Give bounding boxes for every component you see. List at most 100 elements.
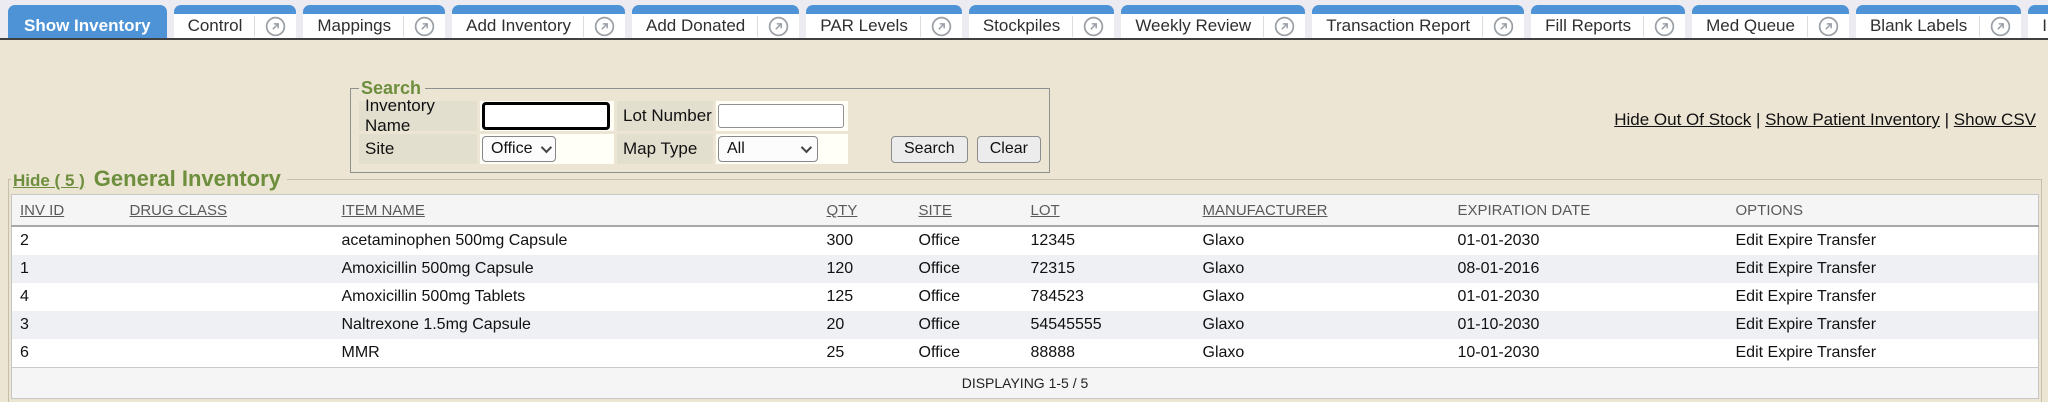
col-header-item-name[interactable]: ITEM NAME [334, 195, 819, 227]
transfer-action[interactable]: Transfer [1817, 316, 1876, 333]
cell-expiration-date: 10-01-2030 [1450, 339, 1728, 368]
map-type-select[interactable]: All [718, 136, 818, 162]
cell-inv-id: 2 [12, 226, 122, 255]
map-type-label: Map Type [617, 134, 713, 164]
tab-label: Fill Reports [1545, 16, 1631, 36]
tab-label: Stockpiles [983, 16, 1060, 36]
tab-show-inventory[interactable]: Show Inventory [8, 5, 167, 38]
col-header-manufacturer[interactable]: MANUFACTURER [1195, 195, 1450, 227]
cell-inv-id: 1 [12, 255, 122, 283]
open-in-new-icon[interactable] [1979, 16, 2011, 37]
open-in-new-icon[interactable] [254, 16, 286, 37]
edit-action[interactable]: Edit [1736, 260, 1764, 277]
tab-add-inventory[interactable]: Add Inventory [452, 5, 625, 38]
open-in-new-icon[interactable] [920, 16, 952, 37]
col-header-drug-class[interactable]: DRUG CLASS [122, 195, 334, 227]
show-csv-link[interactable]: Show CSV [1954, 110, 2036, 129]
expire-action[interactable]: Expire [1768, 232, 1813, 249]
open-in-new-icon[interactable] [757, 16, 789, 37]
show-patient-inventory-link[interactable]: Show Patient Inventory [1765, 110, 1940, 129]
tab-par-levels[interactable]: PAR Levels [806, 5, 962, 38]
edit-action[interactable]: Edit [1736, 316, 1764, 333]
col-header-lot[interactable]: LOT [1023, 195, 1195, 227]
transfer-action[interactable]: Transfer [1817, 344, 1876, 361]
site-select[interactable]: Office [482, 136, 556, 162]
tab-label: PAR Levels [820, 16, 908, 36]
open-in-new-icon[interactable] [1072, 16, 1104, 37]
transfer-action[interactable]: Transfer [1817, 288, 1876, 305]
inventory-panel: Hide ( 5 ) General Inventory INV IDDRUG … [8, 166, 2042, 402]
clear-button[interactable]: Clear [977, 136, 1041, 163]
cell-manufacturer: Glaxo [1195, 311, 1450, 339]
transfer-action[interactable]: Transfer [1817, 260, 1876, 277]
tab-label: Control [188, 16, 243, 36]
tab-med-queue[interactable]: Med Queue [1692, 5, 1849, 38]
cell-qty: 25 [819, 339, 911, 368]
tab-fill-reports[interactable]: Fill Reports [1531, 5, 1685, 38]
cell-qty: 125 [819, 283, 911, 311]
col-header-inv-id[interactable]: INV ID [12, 195, 122, 227]
edit-action[interactable]: Edit [1736, 232, 1764, 249]
expire-action[interactable]: Expire [1768, 288, 1813, 305]
open-in-new-icon[interactable] [583, 16, 615, 37]
inventory-row: 3Naltrexone 1.5mg Capsule20Office5454555… [12, 311, 2039, 339]
cell-qty: 20 [819, 311, 911, 339]
col-header-label: OPTIONS [1736, 202, 1804, 219]
cell-inv-id: 6 [12, 339, 122, 368]
edit-action[interactable]: Edit [1736, 344, 1764, 361]
tab-weekly-review[interactable]: Weekly Review [1121, 5, 1305, 38]
tab-stockpiles[interactable]: Stockpiles [969, 5, 1114, 38]
tab-add-donated[interactable]: Add Donated [632, 5, 799, 38]
hide-out-of-stock-link[interactable]: Hide Out Of Stock [1614, 110, 1751, 129]
expire-action[interactable]: Expire [1768, 260, 1813, 277]
inventory-app: Show Inventory Control Mappings Add Invento… [0, 0, 2048, 402]
lot-number-cell [716, 101, 848, 131]
cell-options: Edit Expire Transfer [1728, 226, 2039, 255]
open-in-new-icon[interactable] [1643, 16, 1675, 37]
search-button[interactable]: Search [891, 136, 968, 163]
tab-label: Mappings [317, 16, 391, 36]
cell-site: Office [911, 311, 1023, 339]
cell-manufacturer: Glaxo [1195, 339, 1450, 368]
lot-number-label: Lot Number [617, 101, 713, 131]
site-select-value: Office [491, 140, 533, 158]
transfer-action[interactable]: Transfer [1817, 232, 1876, 249]
inventory-name-cell [480, 101, 614, 131]
tab-blank-labels[interactable]: Blank Labels [1856, 5, 2021, 38]
cell-site: Office [911, 255, 1023, 283]
expire-action[interactable]: Expire [1768, 344, 1813, 361]
open-in-new-icon[interactable] [1263, 16, 1295, 37]
cell-drug-class [122, 339, 334, 368]
cell-options: Edit Expire Transfer [1728, 311, 2039, 339]
lot-number-input[interactable] [718, 104, 844, 128]
tab-label: Import [2042, 16, 2048, 36]
tab-mappings[interactable]: Mappings [303, 5, 445, 38]
open-in-new-icon[interactable] [403, 16, 435, 37]
cell-expiration-date: 01-01-2030 [1450, 283, 1728, 311]
tab-transaction-report[interactable]: Transaction Report [1312, 5, 1524, 38]
inventory-name-input[interactable] [482, 102, 610, 130]
tab-label: Add Donated [646, 16, 745, 36]
edit-action[interactable]: Edit [1736, 288, 1764, 305]
cell-drug-class [122, 311, 334, 339]
cell-manufacturer: Glaxo [1195, 255, 1450, 283]
col-header-site[interactable]: SITE [911, 195, 1023, 227]
tab-import[interactable]: Import [2028, 5, 2048, 38]
cell-site: Office [911, 339, 1023, 368]
section-title: General Inventory [94, 166, 281, 192]
top-nav: Show Inventory Control Mappings Add Invento… [0, 0, 2048, 40]
tab-label: Weekly Review [1135, 16, 1251, 36]
hide-link[interactable]: Hide ( 5 ) [13, 171, 85, 191]
col-header-qty[interactable]: QTY [819, 195, 911, 227]
cell-options: Edit Expire Transfer [1728, 255, 2039, 283]
col-header-label: QTY [827, 202, 858, 219]
cell-manufacturer: Glaxo [1195, 283, 1450, 311]
expire-action[interactable]: Expire [1768, 316, 1813, 333]
separator: | [1751, 110, 1765, 129]
col-header-expiration-date: EXPIRATION DATE [1450, 195, 1728, 227]
cell-manufacturer: Glaxo [1195, 226, 1450, 255]
cell-inv-id: 3 [12, 311, 122, 339]
open-in-new-icon[interactable] [1807, 16, 1839, 37]
tab-control[interactable]: Control [174, 5, 297, 38]
open-in-new-icon[interactable] [1482, 16, 1514, 37]
